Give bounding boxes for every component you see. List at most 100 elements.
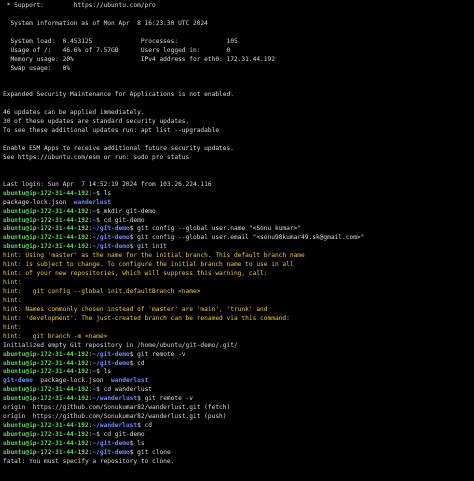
- prompt-path: ~/git-demo: [92, 234, 130, 242]
- terminal-line: hint:: [3, 279, 474, 288]
- terminal-text: $ git config --global user.email "<sonu9…: [129, 234, 365, 242]
- terminal-line: ubuntu@ip-172-31-44-192:~/git-demo$ git …: [3, 449, 474, 458]
- hint-text: hint: git branch -m <name>: [3, 332, 108, 340]
- hint-text: hint: Using 'master' as the name for the…: [3, 252, 305, 260]
- terminal-line: ubuntu@ip-172-31-44-192:~/git-demo$ ls: [3, 440, 474, 449]
- prompt-user-host: ubuntu@ip-172-31-44-192: [3, 386, 89, 394]
- prompt-path: ~/git-demo: [92, 448, 130, 456]
- terminal-text: System load: 0.453125 Processes: 105: [3, 37, 238, 45]
- terminal-text: $ cd: [129, 359, 145, 367]
- terminal-line: hint: 'development'. The just-created br…: [3, 315, 474, 324]
- terminal-line: hint:: [3, 297, 474, 306]
- terminal-line: 46 updates can be applied immediately.: [3, 109, 474, 118]
- hint-text: hint:: [3, 323, 22, 331]
- terminal-text: $ git config --global user.name "<Sonu k…: [129, 225, 302, 233]
- terminal-text: fatal: You must specify a repository to …: [3, 457, 175, 465]
- directory-name: wanderlust: [73, 198, 112, 206]
- terminal-text: $ cd: [137, 422, 153, 430]
- prompt-user-host: ubuntu@ip-172-31-44-192: [3, 439, 89, 447]
- prompt-path: ~/wanderlust: [92, 395, 138, 403]
- hint-text: hint:: [3, 296, 22, 304]
- terminal-text: 30 of these updates are standard securit…: [3, 118, 190, 126]
- terminal-line: Initialized empty Git repository in /hom…: [3, 342, 474, 351]
- prompt-user-host: ubuntu@ip-172-31-44-192: [3, 189, 89, 197]
- prompt-path: ~/git-demo: [92, 350, 130, 358]
- terminal-text: origin https://github.com/Sonukumar82/wa…: [3, 413, 227, 421]
- terminal-text: Memory usage: 20% IPv4 address for eth0:…: [3, 55, 275, 63]
- prompt-user-host: ubuntu@ip-172-31-44-192: [3, 422, 89, 430]
- terminal-line: hint: git branch -m <name>: [3, 333, 474, 342]
- terminal-text: $ git init: [129, 243, 167, 251]
- terminal-line: ubuntu@ip-172-31-44-192:~/wanderlust$ gi…: [3, 395, 474, 404]
- terminal-line: Enable ESM Apps to receive additional fu…: [3, 145, 474, 154]
- terminal-line: Expanded Security Maintenance for Applic…: [3, 91, 474, 100]
- terminal-text: Swap usage: 0%: [3, 64, 71, 72]
- hint-text: hint: is subject to change. To configure…: [3, 261, 294, 269]
- terminal-line: hint: of your new repositories, which wi…: [3, 270, 474, 279]
- terminal-text: To see these additional updates run: apt…: [3, 127, 220, 135]
- terminal-line: Memory usage: 20% IPv4 address for eth0:…: [3, 56, 474, 65]
- hint-text: hint: of your new repositories, which wi…: [3, 270, 268, 278]
- terminal-window[interactable]: * Support: https://ubuntu.com/pro System…: [0, 0, 474, 481]
- prompt-path: ~/git-demo: [92, 359, 130, 367]
- terminal-text: package-lock.json: [32, 377, 112, 385]
- terminal-line: ubuntu@ip-172-31-44-192:~/git-demo$ git …: [3, 234, 474, 243]
- prompt-path: ~/wanderlust: [92, 422, 138, 430]
- terminal-line: ubuntu@ip-172-31-44-192:~$ mkdir git-dem…: [3, 208, 474, 217]
- hint-text: hint: 'development'. The just-created br…: [3, 314, 290, 322]
- terminal-line: origin https://github.com/Sonukumar82/wa…: [3, 413, 474, 422]
- hint-text: hint: Names commonly chosen instead of '…: [3, 305, 268, 313]
- prompt-user-host: ubuntu@ip-172-31-44-192: [3, 359, 89, 367]
- terminal-text: Initialized empty Git repository in /hom…: [3, 341, 238, 349]
- terminal-text: See https://ubuntu.com/esm or run: sudo …: [3, 153, 190, 161]
- terminal-text: $ mkdir git-demo: [96, 207, 156, 215]
- terminal-text: $ cd git-demo: [96, 431, 145, 438]
- terminal-line: package-lock.json wanderlust: [3, 199, 474, 208]
- terminal-line: origin https://github.com/Sonukumar82/wa…: [3, 404, 474, 413]
- terminal-line: hint: Using 'master' as the name for the…: [3, 252, 474, 261]
- terminal-line: To see these additional updates run: apt…: [3, 127, 474, 136]
- terminal-text: $ git remote -v: [129, 350, 186, 358]
- terminal-line: ubuntu@ip-172-31-44-192:~$ cd git-demo: [3, 431, 474, 440]
- terminal-text: $ git remote -v: [137, 395, 194, 403]
- directory-name: wanderlust: [111, 377, 149, 385]
- terminal-text: $ ls: [129, 439, 145, 447]
- terminal-line: hint: Names commonly chosen instead of '…: [3, 306, 474, 315]
- prompt-user-host: ubuntu@ip-172-31-44-192: [3, 431, 89, 438]
- terminal-text: origin https://github.com/Sonukumar82/wa…: [3, 404, 231, 412]
- terminal-line: ubuntu@ip-172-31-44-192:~/git-demo$ git …: [3, 243, 474, 252]
- hint-text: hint:: [3, 279, 22, 287]
- terminal-text: * Support: https://ubuntu.com/pro: [3, 2, 156, 9]
- terminal-text: Enable ESM Apps to receive additional fu…: [3, 145, 234, 152]
- terminal-text: Last login: Sun Apr 7 14:52:19 2024 from…: [3, 180, 212, 188]
- prompt-user-host: ubuntu@ip-172-31-44-192: [3, 448, 89, 456]
- terminal-text: Expanded Security Maintenance for Applic…: [3, 91, 234, 99]
- prompt-path: ~/git-demo: [92, 243, 130, 251]
- terminal-text: $ cd git-demo: [96, 216, 145, 224]
- terminal-line: ubuntu@ip-172-31-44-192:~$ ls: [3, 190, 474, 199]
- terminal-line: git-demo package-lock.json wanderlust: [3, 377, 474, 386]
- prompt-user-host: ubuntu@ip-172-31-44-192: [3, 243, 89, 251]
- prompt-user-host: ubuntu@ip-172-31-44-192: [3, 234, 89, 242]
- terminal-text: $ git clone: [129, 448, 171, 456]
- prompt-user-host: ubuntu@ip-172-31-44-192: [3, 395, 89, 403]
- terminal-line: Last login: Sun Apr 7 14:52:19 2024 from…: [3, 181, 474, 190]
- terminal-line: Usage of /: 46.6% of 7.57GB Users logged…: [3, 47, 474, 56]
- terminal-line: * Support: https://ubuntu.com/pro: [3, 2, 474, 11]
- terminal-line: ubuntu@ip-172-31-44-192:~/wanderlust$ cd: [3, 422, 474, 431]
- terminal-line: fatal: You must specify a repository to …: [3, 458, 474, 467]
- terminal-text: package-lock.json: [3, 198, 74, 206]
- prompt-user-host: ubuntu@ip-172-31-44-192: [3, 225, 89, 233]
- prompt-user-host: ubuntu@ip-172-31-44-192: [3, 368, 89, 376]
- directory-name: git-demo: [3, 377, 33, 385]
- prompt-path: ~/git-demo: [92, 439, 130, 447]
- prompt-user-host: ubuntu@ip-172-31-44-192: [3, 350, 89, 358]
- terminal-line: System load: 0.453125 Processes: 105: [3, 38, 474, 47]
- terminal-line: Swap usage: 0%: [3, 65, 474, 74]
